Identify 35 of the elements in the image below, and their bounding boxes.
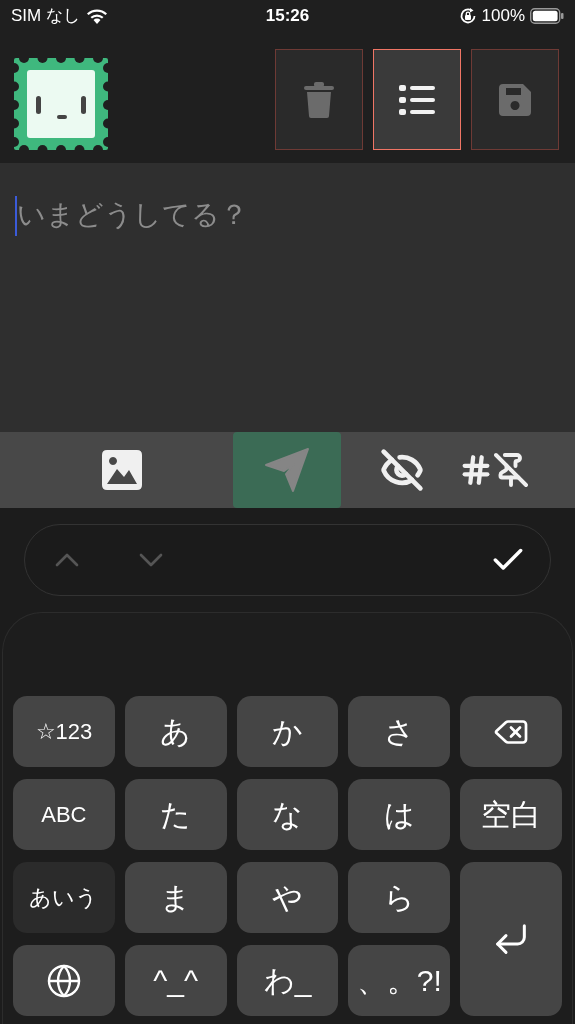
key[interactable]: ら: [348, 862, 451, 933]
send-icon: [264, 447, 310, 493]
save-button[interactable]: [471, 49, 559, 150]
list-icon: [399, 84, 435, 115]
mode-key[interactable]: あいう: [13, 862, 115, 933]
key[interactable]: わ_: [236, 945, 339, 1016]
eye-off-icon: [380, 448, 424, 492]
text-cursor: [15, 196, 17, 236]
key[interactable]: ^_^: [124, 945, 227, 1016]
orientation-lock-icon: [458, 7, 477, 25]
battery-icon: [530, 8, 564, 24]
mode-key[interactable]: ☆123: [13, 696, 115, 767]
key[interactable]: 空白: [460, 779, 562, 850]
clock: 15:26: [265, 5, 310, 28]
wifi-icon: [85, 8, 108, 24]
key[interactable]: あ: [124, 696, 227, 767]
key[interactable]: さ: [348, 696, 451, 767]
trash-button[interactable]: [275, 49, 363, 150]
list-button[interactable]: [373, 49, 461, 150]
battery-percentage: 100%: [481, 5, 525, 28]
key[interactable]: は: [348, 779, 451, 850]
post-text-field[interactable]: いまどうしてる？: [0, 163, 575, 432]
key[interactable]: た: [124, 779, 227, 850]
globe-key[interactable]: [13, 945, 115, 1016]
key[interactable]: か: [236, 696, 339, 767]
key[interactable]: ま: [124, 862, 227, 933]
trash-icon: [303, 81, 335, 118]
key[interactable]: な: [236, 779, 339, 850]
carrier-label: SIM なし: [11, 5, 80, 28]
mode-key[interactable]: ABC: [13, 779, 115, 850]
backspace-key[interactable]: [460, 696, 562, 767]
key[interactable]: 、。?!: [348, 945, 451, 1016]
image-icon: [102, 450, 142, 490]
globe-icon: [45, 962, 82, 999]
key[interactable]: や: [236, 862, 339, 933]
